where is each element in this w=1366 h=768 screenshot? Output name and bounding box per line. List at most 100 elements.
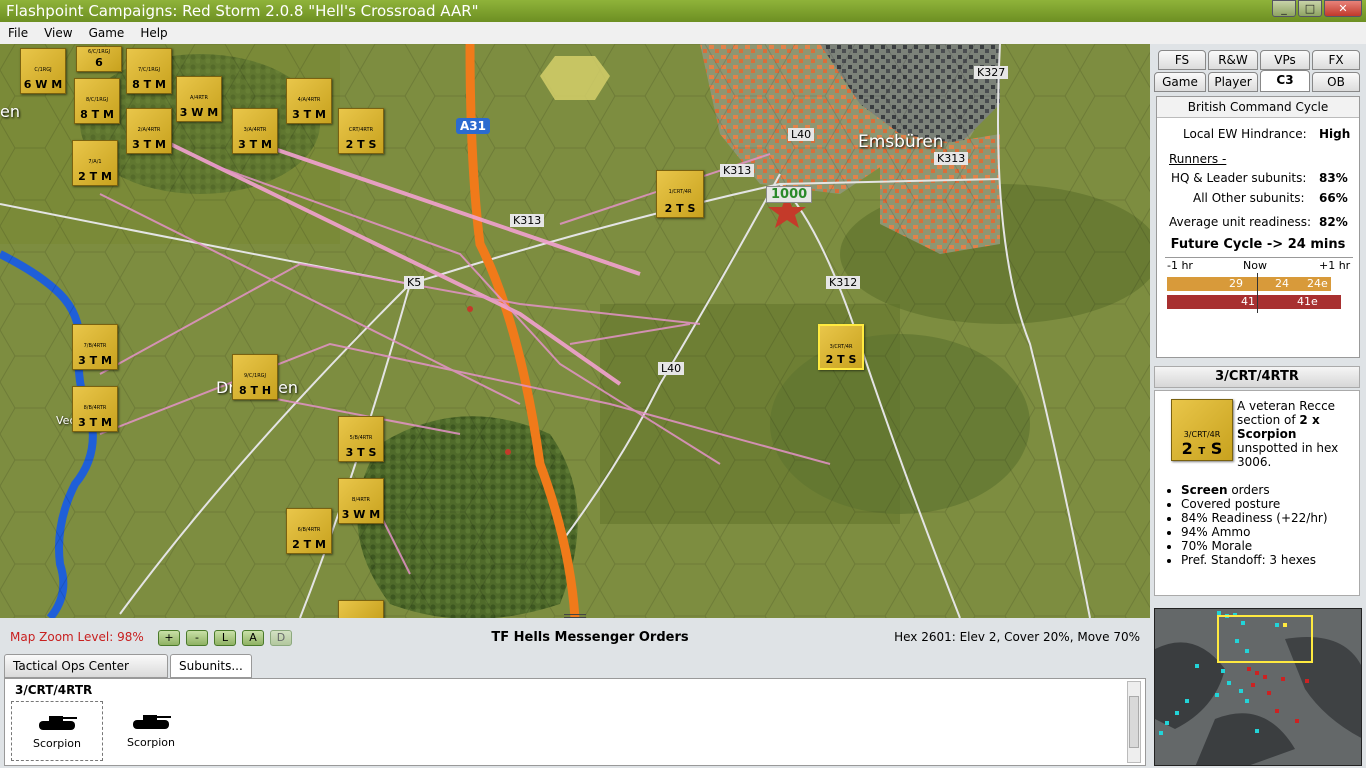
menu-game[interactable]: Game: [89, 22, 125, 44]
subunit-slot[interactable]: Scorpion: [105, 701, 197, 761]
subunit-panel-title: 3/CRT/4RTR: [15, 683, 93, 697]
unit-id: 8/B/4RTR: [83, 405, 107, 411]
command-cycle-panel: British Command Cycle Local EW Hindrance…: [1156, 96, 1360, 358]
minimap[interactable]: [1154, 608, 1362, 766]
tab-c3[interactable]: C3: [1260, 70, 1310, 92]
tab-ob[interactable]: OB: [1312, 72, 1360, 92]
unit-strength: 3 T M: [132, 138, 166, 151]
scrollbar-thumb[interactable]: [1129, 696, 1139, 748]
unit-strength: 8 T H: [238, 384, 272, 397]
menu-view[interactable]: View: [44, 22, 72, 44]
unit-strength: 2 T M: [292, 538, 326, 551]
unit-id: 8/C/1RGJ: [85, 97, 109, 103]
tab-fs[interactable]: FS: [1158, 50, 1206, 70]
unit-counter[interactable]: 8/B/4RTR 3 T M: [72, 386, 118, 432]
unit-counter[interactable]: 8/C/1RGJ 8 T M: [74, 78, 120, 124]
unit-id: 5/B/4RTR: [349, 435, 373, 441]
unit-id: A/4RTR: [190, 95, 208, 101]
unit-counter[interactable]: CRT/4RTR 2 T S: [338, 108, 384, 154]
scorpion-tank-icon: [133, 715, 171, 729]
runners-label: Runners -: [1169, 152, 1227, 166]
unit-counter[interactable]: B/4RTR 3 W M: [338, 478, 384, 524]
unit-id: 1/CRT/4R: [668, 189, 692, 195]
unit-id: 7/A/1: [88, 159, 102, 165]
unit-counter-hq[interactable]: 9/C/1RGJ 8 T H: [232, 354, 278, 400]
status-item: 70% Morale: [1181, 539, 1328, 553]
road-label-k5: K5: [404, 276, 425, 289]
unit-id: 7/C/1RGJ: [137, 67, 161, 73]
unit-id: 3/CRT/4R: [1183, 430, 1221, 439]
unit-id: 7/B/4RTR: [83, 343, 107, 349]
unit-strength: 2 T S: [345, 138, 377, 151]
status-item: Pref. Standoff: 3 hexes: [1181, 553, 1328, 567]
unit-id: C/1RGJ: [34, 67, 52, 73]
unit-counter[interactable]: 7/A/1 2 T M: [72, 140, 118, 186]
objective-points[interactable]: 1000: [766, 186, 813, 203]
town-label-dr-suffix: en: [278, 378, 298, 397]
unit-counter[interactable]: 6/B/4RTR 2 T M: [286, 508, 332, 554]
tab-vps[interactable]: VPs: [1260, 50, 1310, 70]
red-cycle-bar: 41 41e: [1167, 295, 1341, 309]
unit-counter[interactable]: 5/B/4RTR 3 T S: [338, 416, 384, 462]
orange-value-1: 29: [1229, 277, 1243, 290]
unit-description: A veteran Recce section of 2 x Scorpion …: [1237, 399, 1339, 469]
timeline-plus: +1 hr: [1319, 259, 1351, 272]
subunit-panel: 3/CRT/4RTR Scorpion Scorpion: [4, 678, 1146, 766]
tab-subunits[interactable]: Subunits...: [170, 654, 252, 678]
tab-ops-diary[interactable]: Tactical Ops Center Diary: [4, 654, 168, 695]
vertical-scrollbar[interactable]: [1127, 681, 1141, 763]
town-label-west: en: [0, 102, 20, 121]
maximize-button[interactable]: □: [1298, 0, 1322, 17]
unit-strength: 3 T S: [345, 446, 377, 459]
road-label-k327: K327: [974, 66, 1009, 79]
road-label-l40-north: L40: [788, 128, 815, 141]
unit-counter[interactable]: 6/C/1RGJ 6: [76, 46, 122, 72]
road-label-k313-c: K313: [510, 214, 545, 227]
unit-counter[interactable]: 2/A/4RTR 3 T M: [126, 108, 172, 154]
red-value-2: 41e: [1297, 295, 1318, 308]
unit-strength: 3 W M: [179, 106, 219, 119]
other-label: All Other subunits:: [1193, 191, 1305, 205]
red-value-1: 41: [1241, 295, 1255, 308]
road-label-l40-south: L40: [658, 362, 685, 375]
status-item: 94% Ammo: [1181, 525, 1328, 539]
unit-info-title: 3/CRT/4RTR: [1154, 366, 1360, 388]
minimize-button[interactable]: _: [1272, 0, 1296, 17]
tab-rw[interactable]: R&W: [1208, 50, 1258, 70]
unit-counter-partial[interactable]: [338, 600, 384, 618]
subunit-slot[interactable]: Scorpion: [11, 701, 103, 761]
unit-counter[interactable]: 1/CRT/4R 2 T S: [656, 170, 704, 218]
unit-counter[interactable]: A/4RTR 3 W M: [176, 76, 222, 122]
unit-strength: 3 T M: [238, 138, 272, 151]
unit-counter-selected[interactable]: 3/CRT/4R 2 T S: [818, 324, 864, 370]
unit-id: 9/C/1RGJ: [243, 373, 267, 379]
bottom-panel: Tactical Ops Center Diary Subunits... 3/…: [0, 652, 1150, 768]
status-item: 84% Readiness (+22/hr): [1181, 511, 1328, 525]
side-panel: FS R&W VPs FX Game Player C3 OB British …: [1150, 44, 1366, 768]
minimap-graphic: [1155, 609, 1361, 765]
tab-player[interactable]: Player: [1208, 72, 1258, 92]
unit-id: 6/C/1RGJ: [87, 49, 111, 55]
menu-file[interactable]: File: [8, 22, 28, 44]
unit-id: 4/A/4RTR: [297, 97, 321, 103]
menu-help[interactable]: Help: [140, 22, 167, 44]
road-label-k313-a: K313: [720, 164, 755, 177]
tactical-map[interactable]: A31 K327 L40 K313 K313 K313 K5 K312 L40 …: [0, 44, 1150, 618]
town-label-emsburen: Emsbüren: [858, 132, 944, 152]
subunit-name: Scorpion: [126, 736, 176, 749]
unit-counter[interactable]: 7/B/4RTR 3 T M: [72, 324, 118, 370]
unit-strength: 8 T M: [80, 108, 114, 121]
hex-info: Hex 2601: Elev 2, Cover 20%, Move 70%: [894, 630, 1140, 644]
unit-counter[interactable]: C/1RGJ 6 W M: [20, 48, 66, 94]
other-value: 66%: [1319, 191, 1348, 205]
tab-game[interactable]: Game: [1154, 72, 1206, 92]
tab-fx[interactable]: FX: [1312, 50, 1360, 70]
close-button[interactable]: ✕: [1324, 0, 1362, 17]
unit-counter[interactable]: 3/A/4RTR 3 T M: [232, 108, 278, 154]
unit-counter[interactable]: 4/A/4RTR 3 T M: [286, 78, 332, 124]
map-status-bar: Map Zoom Level: 98% + - L A D TF Hells M…: [0, 618, 1150, 652]
scorpion-tank-icon: [39, 716, 77, 730]
unit-counter[interactable]: 7/C/1RGJ 8 T M: [126, 48, 172, 94]
unit-strength: 6: [95, 56, 103, 69]
status-item: Screen orders: [1181, 483, 1328, 497]
